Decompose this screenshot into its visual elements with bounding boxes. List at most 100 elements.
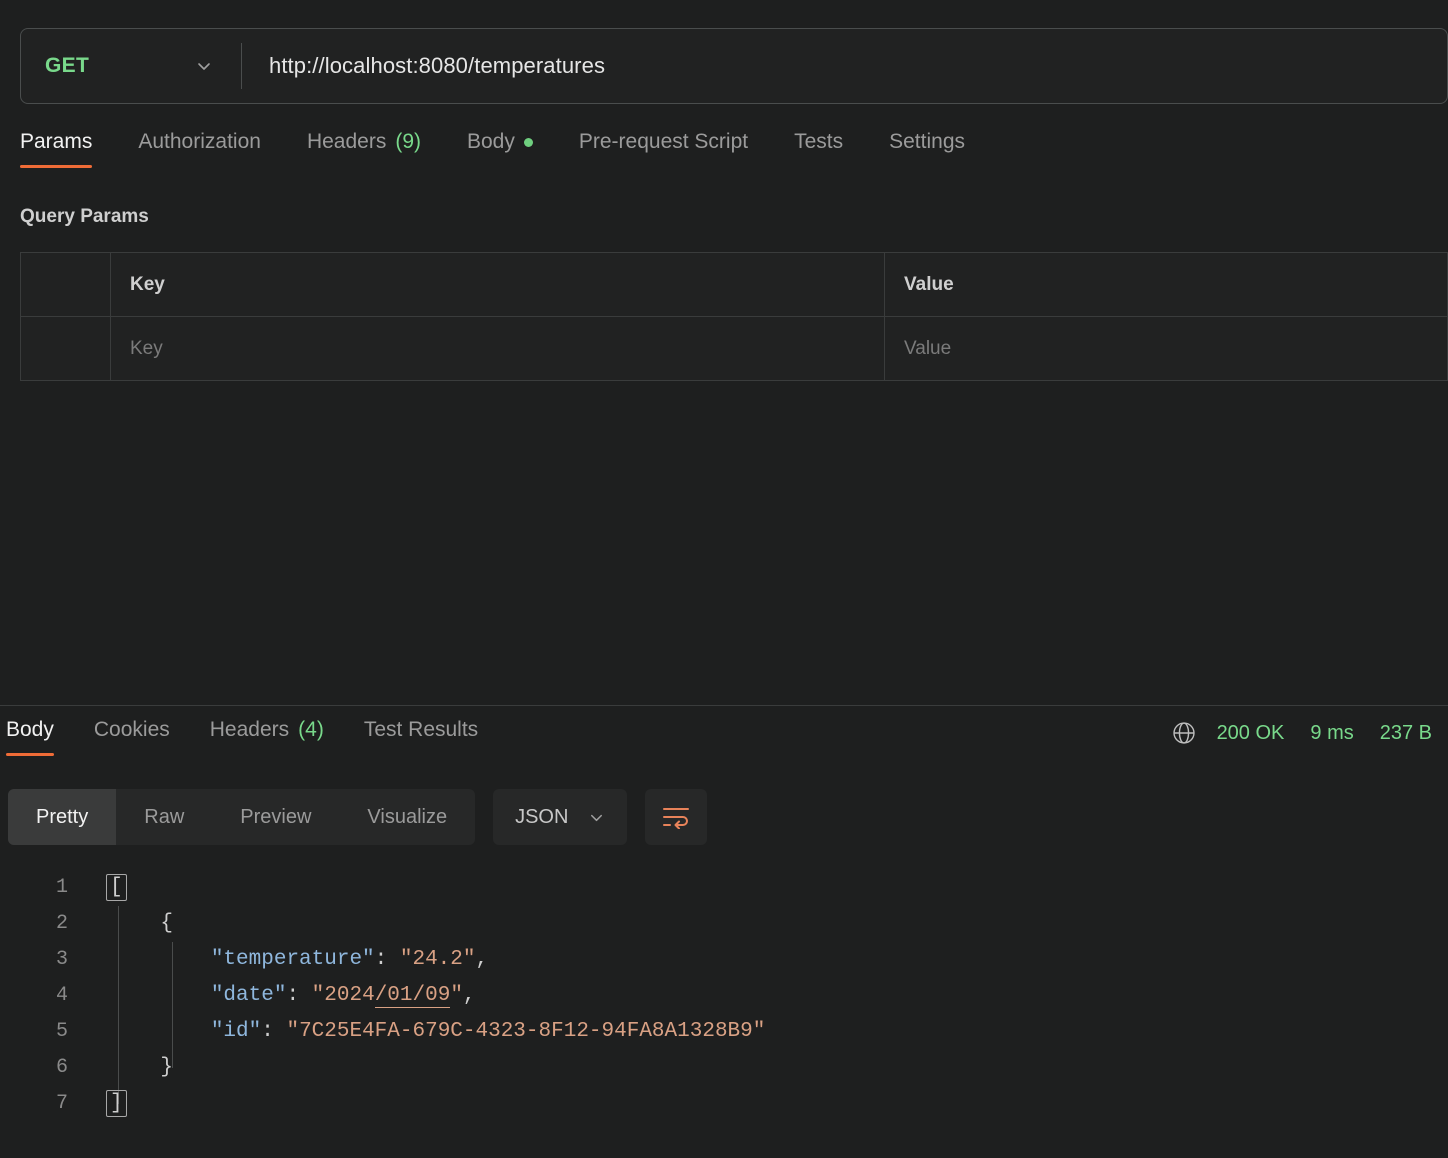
response-time[interactable]: 9 ms xyxy=(1310,722,1353,745)
view-mode-visualize-label: Visualize xyxy=(367,806,447,829)
chevron-down-icon xyxy=(195,57,213,75)
code-token: "date" xyxy=(211,984,287,1007)
code-line-text[interactable]: { xyxy=(78,906,173,942)
view-mode-raw-label: Raw xyxy=(144,806,184,829)
tab-tests-label: Tests xyxy=(794,130,843,154)
http-method-selector[interactable]: GET xyxy=(21,29,241,103)
code-token: } xyxy=(110,1056,173,1079)
code-token: , xyxy=(476,948,489,971)
request-tabs: Params Authorization Headers (9) Body Pr… xyxy=(20,130,1011,180)
url-input[interactable] xyxy=(242,28,1447,104)
url-bar: GET xyxy=(20,28,1448,104)
response-tab-headers-count: (4) xyxy=(298,718,324,742)
code-token xyxy=(110,948,211,971)
url-bar-box: GET xyxy=(20,28,1448,104)
code-token: "2024 xyxy=(312,984,375,1007)
view-mode-preview[interactable]: Preview xyxy=(212,789,339,845)
code-token: "id" xyxy=(211,1020,261,1043)
response-tab-test-results[interactable]: Test Results xyxy=(364,718,478,756)
row-checkbox-cell[interactable] xyxy=(21,317,111,380)
value-input-placeholder[interactable]: Value xyxy=(904,338,951,360)
code-line-text[interactable]: ] xyxy=(78,1086,123,1122)
text-wrap-icon xyxy=(661,805,691,829)
header-cell-checkbox xyxy=(21,253,111,316)
response-view-toolbar: Pretty Raw Preview Visualize JSON xyxy=(8,789,707,845)
response-tabs: Body Cookies Headers (4) Test Results xyxy=(6,718,518,756)
row-value-cell[interactable]: Value xyxy=(885,317,1447,380)
code-line: 4 "date": "2024/01/09", xyxy=(0,978,1448,1014)
line-number: 5 xyxy=(0,1014,78,1050)
globe-icon xyxy=(1171,720,1197,746)
tab-body[interactable]: Body xyxy=(467,130,533,168)
response-tab-cookies-label: Cookies xyxy=(94,718,170,742)
line-number: 1 xyxy=(0,870,78,906)
body-modified-dot-icon xyxy=(524,138,533,147)
view-mode-preview-label: Preview xyxy=(240,806,311,829)
postman-request-response-view: GET Params Authorization Headers (9) Bod… xyxy=(0,0,1448,1158)
response-tab-test-results-label: Test Results xyxy=(364,718,478,742)
code-token xyxy=(110,984,211,1007)
code-token: "24.2" xyxy=(400,948,476,971)
code-token: : xyxy=(261,1020,286,1043)
line-number: 3 xyxy=(0,942,78,978)
view-mode-pretty[interactable]: Pretty xyxy=(8,789,116,845)
response-tab-body[interactable]: Body xyxy=(6,718,54,756)
response-body-code[interactable]: 1[2 {3 "temperature": "24.2",4 "date": "… xyxy=(0,870,1448,1122)
query-params-table: Key Value Key Value xyxy=(20,252,1448,381)
line-number: 2 xyxy=(0,906,78,942)
line-number: 7 xyxy=(0,1086,78,1122)
response-tab-body-label: Body xyxy=(6,718,54,742)
code-line-text[interactable]: "id": "7C25E4FA-679C-4323-8F12-94FA8A132… xyxy=(78,1014,765,1050)
tab-headers[interactable]: Headers (9) xyxy=(307,130,421,168)
tab-params-label: Params xyxy=(20,130,92,154)
tab-params[interactable]: Params xyxy=(20,130,92,168)
view-mode-visualize[interactable]: Visualize xyxy=(339,789,475,845)
code-token xyxy=(110,1020,211,1043)
view-mode-raw[interactable]: Raw xyxy=(116,789,212,845)
code-token: [ xyxy=(107,875,126,900)
code-line-text[interactable]: [ xyxy=(78,870,123,906)
tab-pre-request-script[interactable]: Pre-request Script xyxy=(579,130,748,168)
response-tab-headers[interactable]: Headers (4) xyxy=(210,718,324,756)
response-format-select[interactable]: JSON xyxy=(493,789,627,845)
code-line: 7] xyxy=(0,1086,1448,1122)
code-line: 3 "temperature": "24.2", xyxy=(0,942,1448,978)
code-line: 1[ xyxy=(0,870,1448,906)
response-view-mode-group: Pretty Raw Preview Visualize xyxy=(8,789,475,845)
response-pane-divider[interactable] xyxy=(0,705,1448,706)
status-code[interactable]: 200 OK xyxy=(1217,722,1285,745)
code-token: "7C25E4FA-679C-4323-8F12-94FA8A1328B9" xyxy=(286,1020,765,1043)
code-token: { xyxy=(110,912,173,935)
response-tab-headers-label: Headers xyxy=(210,718,289,742)
code-line-text[interactable]: } xyxy=(78,1050,173,1086)
column-header-value: Value xyxy=(904,274,954,296)
chevron-down-icon xyxy=(588,809,605,826)
code-line-text[interactable]: "temperature": "24.2", xyxy=(78,942,488,978)
response-size[interactable]: 237 B xyxy=(1380,722,1432,745)
code-token: "temperature" xyxy=(211,948,375,971)
code-line: 6 } xyxy=(0,1050,1448,1086)
response-status-bar: 200 OK 9 ms 237 B xyxy=(1171,720,1432,746)
view-mode-pretty-label: Pretty xyxy=(36,806,88,829)
column-header-key: Key xyxy=(130,274,165,296)
table-row[interactable]: Key Value xyxy=(21,317,1447,381)
code-line: 5 "id": "7C25E4FA-679C-4323-8F12-94FA8A1… xyxy=(0,1014,1448,1050)
tab-pre-request-script-label: Pre-request Script xyxy=(579,130,748,154)
code-token: : xyxy=(286,984,311,1007)
code-token: ] xyxy=(107,1091,126,1116)
http-method-label: GET xyxy=(45,54,89,78)
code-line-text[interactable]: "date": "2024/01/09", xyxy=(78,978,476,1014)
query-params-title: Query Params xyxy=(20,206,149,228)
tab-authorization[interactable]: Authorization xyxy=(138,130,261,168)
code-token: , xyxy=(463,984,476,1007)
tab-body-label: Body xyxy=(467,130,515,154)
tab-settings[interactable]: Settings xyxy=(889,130,965,168)
wrap-lines-button[interactable] xyxy=(645,789,707,845)
key-input-placeholder[interactable]: Key xyxy=(130,338,163,360)
row-key-cell[interactable]: Key xyxy=(111,317,885,380)
response-tab-cookies[interactable]: Cookies xyxy=(94,718,170,756)
tab-tests[interactable]: Tests xyxy=(794,130,843,168)
line-number: 6 xyxy=(0,1050,78,1086)
code-token: /01/09 xyxy=(375,984,451,1008)
tab-authorization-label: Authorization xyxy=(138,130,261,154)
